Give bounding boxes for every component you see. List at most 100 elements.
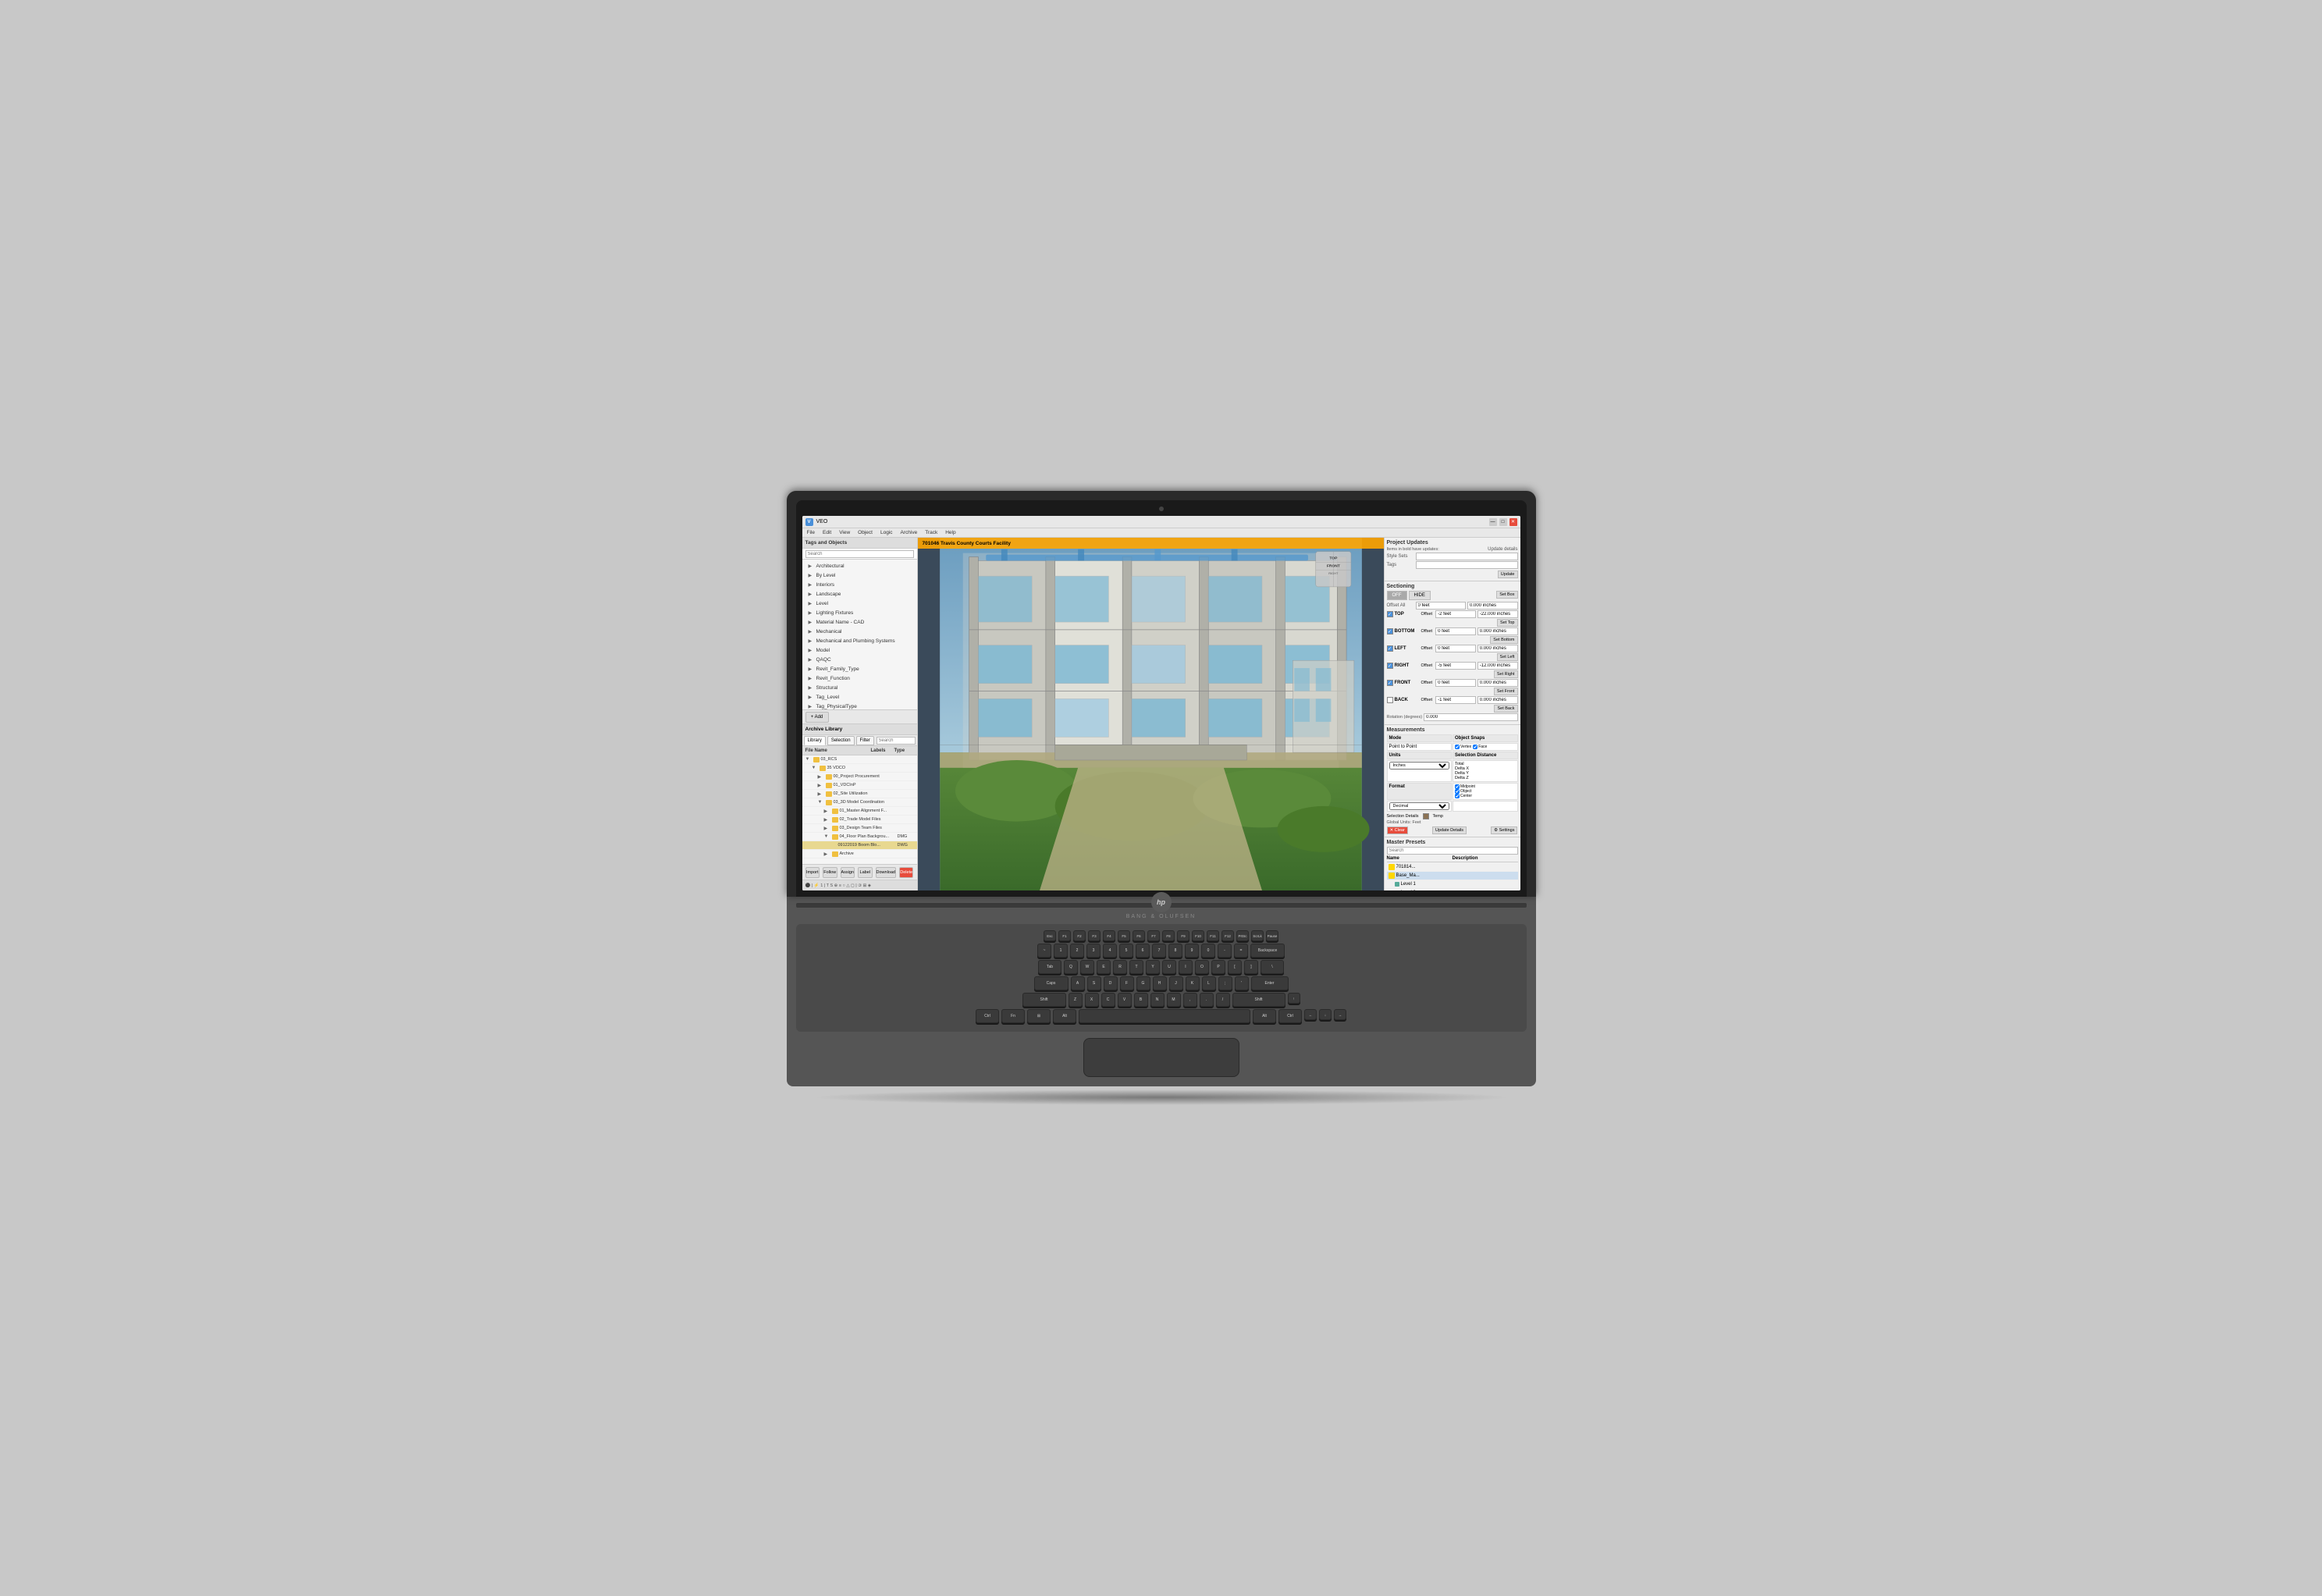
key-g[interactable]: G [1136, 976, 1150, 990]
bottom-inches-input[interactable] [1477, 627, 1518, 635]
close-button[interactable]: ✕ [1509, 518, 1517, 526]
style-sets-input[interactable] [1416, 553, 1518, 560]
center-checkbox[interactable] [1455, 794, 1460, 798]
top-inches-input[interactable] [1477, 610, 1518, 618]
key-ralt[interactable]: Alt [1253, 1009, 1276, 1023]
key-rshift[interactable]: Shift [1232, 993, 1285, 1007]
set-box-btn[interactable]: Set Box [1496, 591, 1517, 599]
key-f9[interactable]: F9 [1177, 930, 1189, 941]
add-button[interactable]: + Add [805, 712, 829, 723]
key-comma[interactable]: , [1183, 993, 1197, 1007]
key-t[interactable]: T [1129, 960, 1143, 974]
tree-item-level[interactable]: ▶ Level [802, 599, 917, 608]
key-h[interactable]: H [1153, 976, 1167, 990]
right-inches-input[interactable] [1477, 662, 1518, 670]
assign-button[interactable]: Assign [841, 867, 855, 878]
tree-item-tag-physical[interactable]: ▶ Tag_PhysicalType [802, 702, 917, 709]
key-f6[interactable]: F6 [1133, 930, 1145, 941]
hide-toggle[interactable]: HIDE [1409, 591, 1431, 600]
key-r[interactable]: R [1113, 960, 1127, 974]
file-item[interactable]: ▼ 03_RCS [802, 755, 917, 764]
file-item[interactable]: ▶ Archive [802, 850, 917, 858]
key-9[interactable]: 9 [1185, 944, 1199, 958]
preset-item-level1[interactable]: Level 1 [1387, 880, 1518, 889]
key-3[interactable]: 3 [1086, 944, 1101, 958]
menu-view[interactable]: View [837, 530, 852, 535]
tree-item-qaqc[interactable]: ▶ QAQC [802, 655, 917, 664]
key-win[interactable]: ⊞ [1027, 1009, 1051, 1023]
right-offset-input[interactable] [1435, 662, 1476, 670]
key-right[interactable]: → [1334, 1009, 1346, 1020]
set-left-btn[interactable]: Set Left [1497, 653, 1518, 661]
left-inches-input[interactable] [1477, 645, 1518, 652]
key-z[interactable]: Z [1069, 993, 1083, 1007]
offset-all-input[interactable] [1416, 602, 1467, 610]
tree-item-landscape[interactable]: ▶ Landscape [802, 589, 917, 599]
menu-object[interactable]: Object [856, 530, 874, 535]
front-offset-input[interactable] [1435, 679, 1476, 687]
key-scrlk[interactable]: ScrLk [1251, 930, 1264, 941]
preset-item-basema[interactable]: Base_Ma... [1387, 872, 1518, 880]
minimize-button[interactable]: — [1489, 518, 1497, 526]
face-checkbox[interactable] [1473, 745, 1477, 749]
key-f[interactable]: F [1120, 976, 1134, 990]
tree-item-revit-function[interactable]: ▶ Revit_Function [802, 674, 917, 683]
tree-item-model[interactable]: ▶ Model [802, 645, 917, 655]
key-f12[interactable]: F12 [1221, 930, 1234, 941]
clear-button[interactable]: ✕ Clear [1387, 826, 1408, 834]
key-semicolon[interactable]: ; [1218, 976, 1232, 990]
file-item[interactable]: ▶ 00_Project Procurement [802, 773, 917, 781]
key-x[interactable]: X [1085, 993, 1099, 1007]
tab-filter[interactable]: Filter [856, 736, 874, 745]
key-f4[interactable]: F4 [1103, 930, 1115, 941]
tags-input[interactable] [1416, 561, 1518, 569]
file-item[interactable]: ▶ 02_Trade Model Files [802, 816, 917, 824]
key-esc[interactable]: Esc [1044, 930, 1056, 941]
units-select[interactable]: Inches Feet [1389, 762, 1450, 770]
menu-archive[interactable]: Archive [899, 530, 919, 535]
key-u[interactable]: U [1162, 960, 1176, 974]
key-tab[interactable]: Tab [1038, 960, 1061, 974]
key-y[interactable]: Y [1146, 960, 1160, 974]
file-item[interactable]: ▼ 04_Floor Plan Backgrou... DMG [802, 833, 917, 841]
key-f3[interactable]: F3 [1088, 930, 1101, 941]
set-right-btn[interactable]: Set Right [1494, 670, 1518, 678]
key-s[interactable]: S [1087, 976, 1101, 990]
back-checkbox[interactable] [1387, 697, 1393, 703]
tree-item-material-cad[interactable]: ▶ Material Name - CAD [802, 617, 917, 627]
tree-item-architectural[interactable]: ▶ Architectural [802, 561, 917, 571]
off-toggle[interactable]: OFF [1387, 591, 1407, 600]
key-f11[interactable]: F11 [1207, 930, 1219, 941]
key-space[interactable] [1079, 1009, 1250, 1023]
maximize-button[interactable]: □ [1499, 518, 1507, 526]
key-rctrl[interactable]: Ctrl [1278, 1009, 1302, 1023]
key-n[interactable]: N [1150, 993, 1165, 1007]
left-offset-input[interactable] [1435, 645, 1476, 652]
settings-btn[interactable]: ⚙ Settings [1491, 826, 1517, 834]
format-select[interactable]: Decimal [1389, 802, 1450, 810]
key-v[interactable]: V [1118, 993, 1132, 1007]
key-l[interactable]: L [1202, 976, 1216, 990]
key-d[interactable]: D [1104, 976, 1118, 990]
set-bottom-btn[interactable]: Set Bottom [1490, 636, 1517, 644]
key-6[interactable]: 6 [1136, 944, 1150, 958]
viewport[interactable]: 701046 Travis County Courts Facility [918, 538, 1384, 890]
key-e[interactable]: E [1097, 960, 1111, 974]
key-lshift[interactable]: Shift [1022, 993, 1066, 1007]
key-p[interactable]: P [1211, 960, 1225, 974]
key-down[interactable]: ↓ [1319, 1009, 1332, 1020]
update-details-btn[interactable]: Update Details [1432, 826, 1467, 834]
key-7[interactable]: 7 [1152, 944, 1166, 958]
key-q[interactable]: Q [1064, 960, 1078, 974]
top-offset-input[interactable] [1435, 610, 1476, 618]
key-m[interactable]: M [1167, 993, 1181, 1007]
set-front-btn[interactable]: Set Front [1494, 688, 1518, 695]
key-k[interactable]: K [1186, 976, 1200, 990]
file-item[interactable]: ▼ 35 VDCO [802, 764, 917, 773]
key-equals[interactable]: = [1234, 944, 1248, 958]
key-period[interactable]: . [1200, 993, 1214, 1007]
menu-edit[interactable]: Edit [821, 530, 833, 535]
offset-all-inches-input[interactable] [1467, 602, 1518, 610]
tags-search-input[interactable] [805, 550, 914, 558]
tree-item-lighting[interactable]: ▶ Lighting Fixtures [802, 608, 917, 617]
